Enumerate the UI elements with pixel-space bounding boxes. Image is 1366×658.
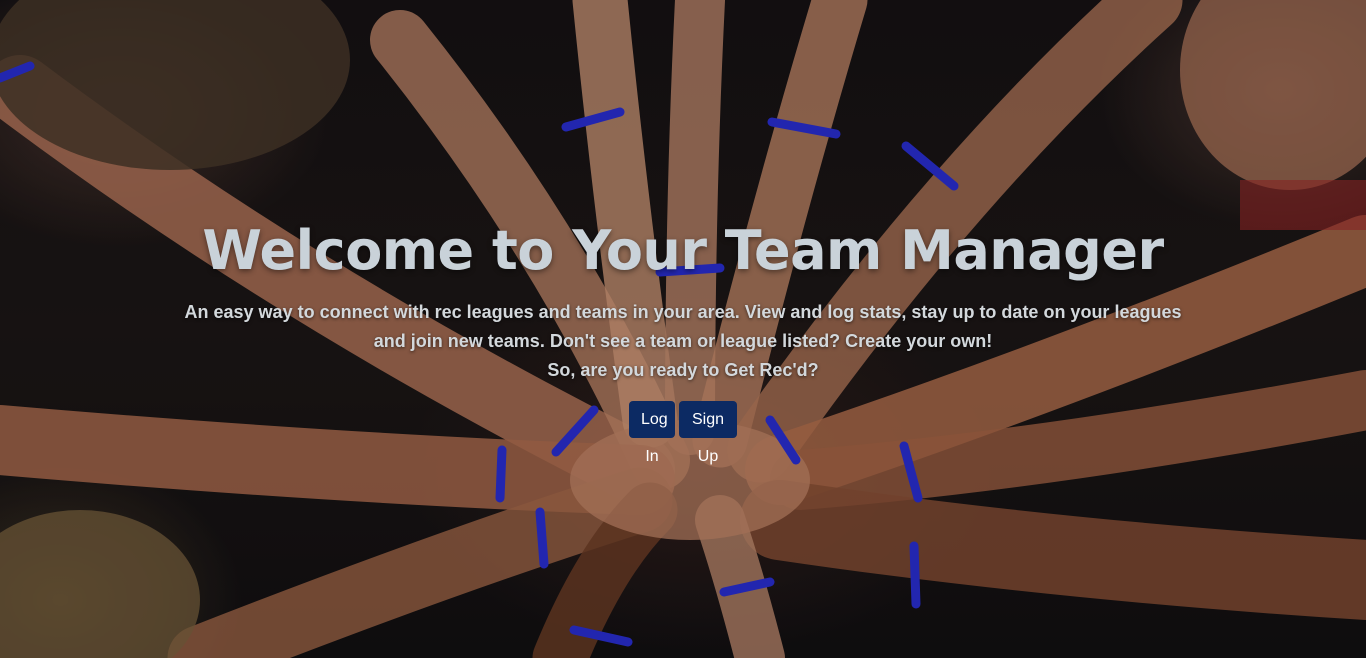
auth-buttons: Log In Sign Up <box>0 401 1366 465</box>
login-button[interactable]: Log In <box>629 401 675 465</box>
hero-content: Welcome to Your Team Manager An easy way… <box>0 218 1366 465</box>
hero-tagline: So, are you ready to Get Rec'd? <box>547 360 819 380</box>
hero-description: An easy way to connect with rec leagues … <box>184 302 1182 351</box>
hero-section: Welcome to Your Team Manager An easy way… <box>0 0 1366 658</box>
signup-button[interactable]: Sign Up <box>679 401 737 465</box>
page-title: Welcome to Your Team Manager <box>202 219 1164 282</box>
